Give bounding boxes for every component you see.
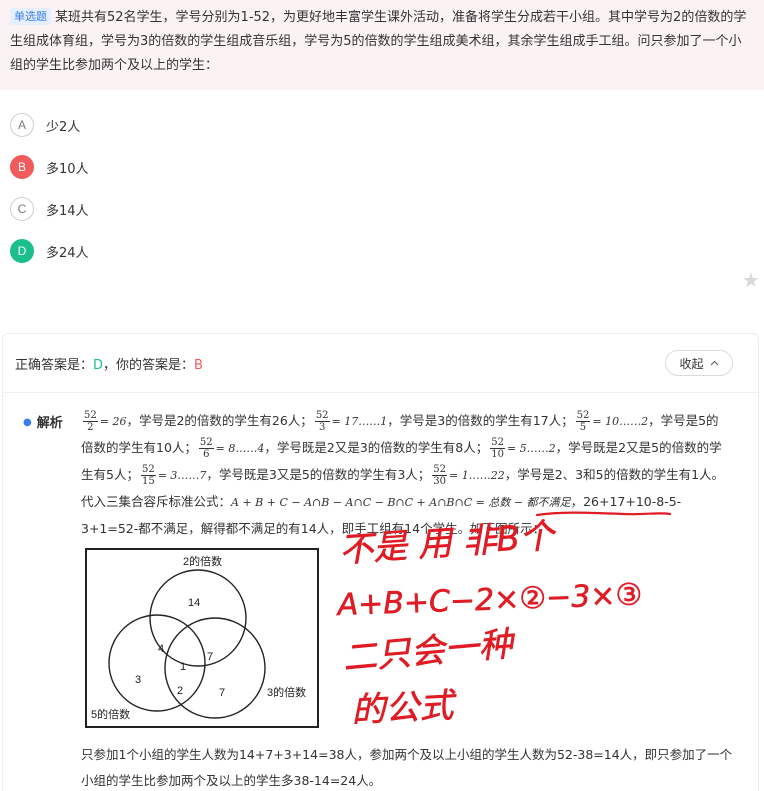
region-3-and-5: 2 <box>177 685 183 697</box>
correct-answer-prefix: 正确答案是： <box>15 358 94 373</box>
correct-answer-value: D <box>93 358 104 373</box>
label-top: 2的倍数 <box>183 554 222 568</box>
collapse-button[interactable]: 收起 <box>665 350 733 376</box>
region-2-and-3: 7 <box>207 651 213 663</box>
region-only-5: 3 <box>135 674 141 686</box>
collapse-label: 收起 <box>679 356 704 371</box>
venn-frame <box>85 548 319 728</box>
answer-card: 正确答案是：D，你的答案是：B 收起 ● 解析 52 2 = 26，学号是2的倍数的学… <box>2 333 759 791</box>
fraction: 52 2 <box>83 410 98 433</box>
conclusion-text: 只参加1个小组的学生人数为14+7+3+14=38人，参加两个及以上小组的学生人… <box>81 747 733 788</box>
circle-multiples-of-2 <box>149 569 247 667</box>
fraction: 52 5 <box>575 410 591 433</box>
option-a[interactable]: A 少2人 <box>10 104 89 146</box>
fraction: 52 6 <box>198 437 214 460</box>
option-a-label: 少2人 <box>46 119 81 135</box>
question-panel: 单选题 某班共有52名学生，学号分别为1-52，为更好地丰富学生课外活动，准备将学… <box>0 0 764 90</box>
question-text: 单选题 某班共有52名学生，学号分别为1-52，为更好地丰富学生课外活动，准备将学… <box>10 6 754 78</box>
option-c-letter: C <box>10 197 34 221</box>
region-only-2: 14 <box>188 597 200 609</box>
divider <box>3 392 758 393</box>
fraction: 52 15 <box>140 464 156 487</box>
fraction: 52 30 <box>432 464 447 487</box>
formula: A + B + C − A∩B − A∩C − B∩C + A∩B∩C = 总数… <box>231 496 571 509</box>
label-left: 5的倍数 <box>91 707 130 721</box>
handwritten-underline <box>535 511 672 517</box>
option-c[interactable]: C 多14人 <box>10 188 89 230</box>
option-d[interactable]: D 多24人 <box>10 230 89 272</box>
star-icon[interactable]: ★ <box>742 268 760 292</box>
fraction: 52 3 <box>314 410 330 433</box>
analysis-body: 52 2 = 26，学号是2的倍数的学生有26人； 52 3 = 17……1，学号是3的倍… <box>81 410 725 536</box>
option-b-label: 多10人 <box>46 161 89 177</box>
chevron-up-icon <box>710 360 718 366</box>
fraction: 52 10 <box>490 437 505 460</box>
analysis-heading: ● 解析 <box>23 412 63 431</box>
region-only-3: 7 <box>219 687 225 699</box>
label-right: 3的倍数 <box>267 685 306 699</box>
region-center: 1 <box>180 661 186 673</box>
bullet-icon: ● <box>23 417 32 428</box>
analysis-label: 解析 <box>36 416 63 431</box>
circle-multiples-of-5 <box>108 614 206 712</box>
option-a-letter: A <box>10 113 34 137</box>
your-answer-prefix: ，你的答案是： <box>103 358 195 373</box>
answer-summary: 正确答案是：D，你的答案是：B <box>15 354 203 373</box>
your-answer-value: B <box>194 358 203 373</box>
question-type-tag: 单选题 <box>10 8 51 25</box>
option-list: A 少2人 B 多10人 C 多14人 D 多24人 <box>10 104 89 272</box>
venn-diagram: 2的倍数 3的倍数 5的倍数 14 4 1 7 3 2 7 <box>85 548 319 728</box>
option-c-label: 多14人 <box>46 203 89 219</box>
option-d-label: 多24人 <box>46 245 89 261</box>
region-2-and-5: 4 <box>158 643 164 655</box>
option-d-letter: D <box>10 239 34 263</box>
option-b[interactable]: B 多10人 <box>10 146 89 188</box>
question-body: 某班共有52名学生，学号分别为1-52，为更好地丰富学生课外活动，准备将学生分成… <box>10 10 747 73</box>
option-b-letter: B <box>10 155 34 179</box>
